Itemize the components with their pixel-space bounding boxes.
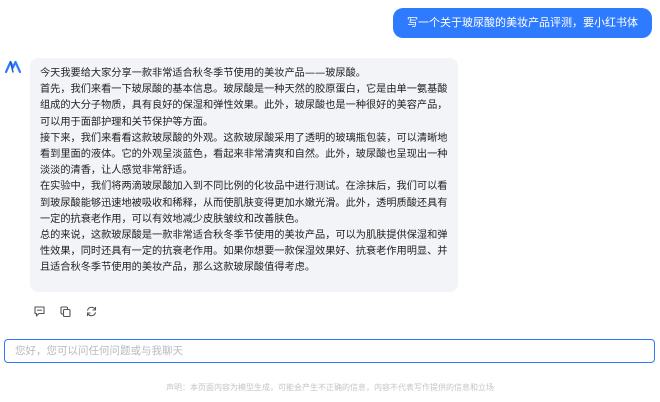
user-message-bubble: 写一个关于玻尿酸的美妆产品评测，要小红书体	[393, 8, 652, 38]
copy-icon[interactable]	[58, 304, 72, 318]
disclaimer-text: 声明：本页面内容为模型生成，可能会产生不正确的信息，内容不代表写作提供的信息和立…	[166, 383, 494, 392]
assistant-paragraph: 接下来，我们来看看这款玻尿酸的外观。这款玻尿酸采用了透明的玻璃瓶包装，可以清晰地…	[40, 132, 448, 177]
chat-input[interactable]	[13, 344, 646, 358]
chat-page: 写一个关于玻尿酸的美妆产品评测，要小红书体 今天我要给大家分享一款非常适合秋冬季…	[0, 0, 660, 402]
m-logo-icon	[4, 58, 22, 76]
comment-icon[interactable]	[32, 304, 46, 318]
refresh-icon[interactable]	[84, 304, 98, 318]
assistant-paragraph: 总的来说，这款玻尿酸是一款非常适合秋冬季节使用的美妆产品，可以为肌肤提供保湿和弹…	[40, 230, 448, 274]
message-actions	[32, 304, 98, 318]
assistant-paragraph: 首先，我们来看一下玻尿酸的基本信息。玻尿酸是一种天然的胶原蛋白，它是由单一氨基酸…	[40, 84, 448, 128]
assistant-paragraph: 在实验中，我们将两滴玻尿酸加入到不同比例的化妆品中进行测试。在涂抹后，我们可以看…	[40, 181, 448, 225]
assistant-message-bubble: 今天我要给大家分享一款非常适合秋冬季节使用的美妆产品——玻尿酸。 首先，我们来看…	[30, 58, 458, 292]
chat-input-box[interactable]	[4, 339, 655, 363]
assistant-paragraph: 今天我要给大家分享一款非常适合秋冬季节使用的美妆产品——玻尿酸。	[40, 68, 366, 79]
